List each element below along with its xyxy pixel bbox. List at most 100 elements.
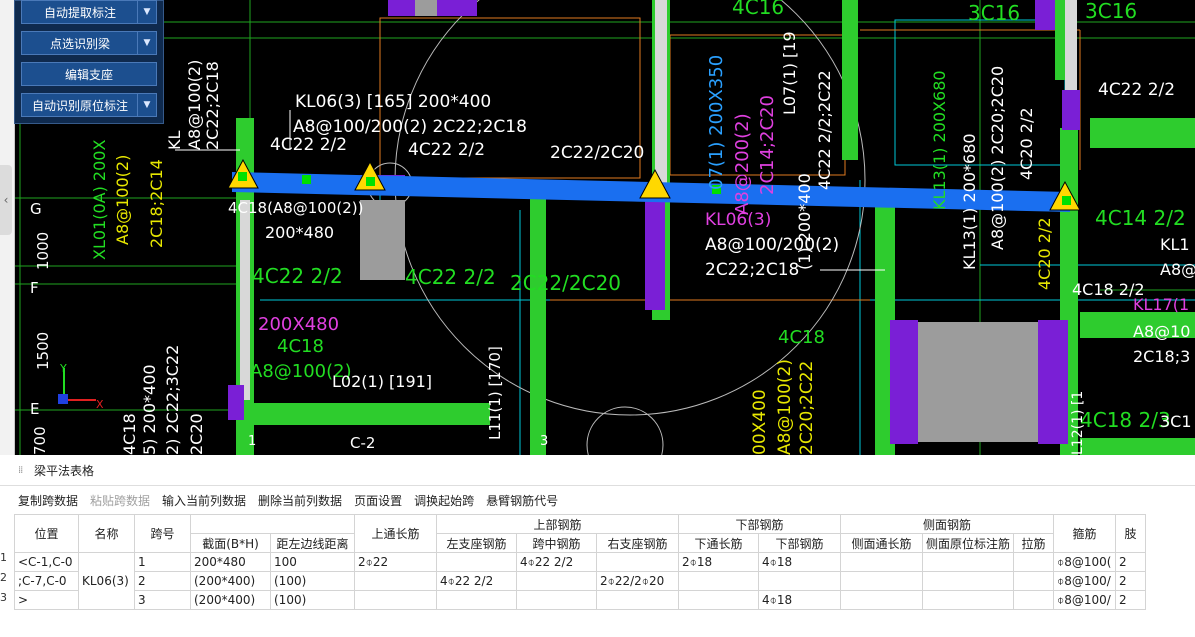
cad-label: A8@100(2) bbox=[185, 60, 204, 150]
cell-side-original[interactable] bbox=[921, 590, 1015, 610]
chevron-down-icon[interactable]: ▼ bbox=[137, 94, 156, 116]
table-row[interactable]: ;C-7,C-0 2 (200*400) (100) 4⌽22 2/2 2⌽22… bbox=[14, 571, 1147, 591]
cad-label: A8@100/200(2) 2C22;2C18 bbox=[293, 117, 527, 137]
col-header-span[interactable]: 跨号 bbox=[134, 514, 191, 553]
auto-recognize-button[interactable]: 自动识别原位标注 ▼ bbox=[21, 93, 157, 117]
cell-position[interactable]: <C-1,C-0 bbox=[14, 552, 79, 572]
cad-drawing[interactable]: Y X KL06(3) [165] 200*400 A8@100/200(2) … bbox=[0, 0, 1195, 455]
panel-title: 梁平法表格 bbox=[34, 463, 95, 478]
cell-mid-span[interactable] bbox=[516, 571, 597, 591]
chevron-down-icon[interactable]: ▼ bbox=[137, 1, 156, 23]
copy-span-button[interactable]: 复制跨数据 bbox=[18, 492, 78, 509]
cell-bottom-bars[interactable] bbox=[758, 571, 841, 591]
cell-tie[interactable] bbox=[1013, 552, 1055, 572]
col-header-side-original[interactable]: 侧面原位标注筋 bbox=[921, 533, 1015, 553]
col-header-edge-distance[interactable]: 距左边线距离 bbox=[270, 533, 355, 553]
col-header-top-through[interactable]: 上通长筋 bbox=[354, 514, 437, 553]
cell-left-support[interactable] bbox=[436, 552, 517, 572]
cad-drawing-canvas[interactable]: Y X KL06(3) [165] 200*400 A8@100/200(2) … bbox=[0, 0, 1195, 455]
cell-right-support[interactable] bbox=[596, 590, 679, 610]
cell-top-through[interactable] bbox=[354, 571, 437, 591]
auto-extract-button[interactable]: 自动提取标注 ▼ bbox=[21, 0, 157, 24]
col-header-name[interactable]: 名称 bbox=[78, 514, 135, 553]
cell-stirrup[interactable]: ⌽8@100( bbox=[1053, 552, 1117, 572]
cantilever-code-button[interactable]: 悬臂钢筋代号 bbox=[486, 492, 558, 509]
cell-section[interactable]: (200*400) bbox=[190, 571, 271, 591]
cad-label: KL bbox=[165, 131, 184, 150]
cad-label: 2C18;3 bbox=[1133, 347, 1190, 366]
cell-section[interactable]: 200*480 bbox=[190, 552, 271, 572]
col-header-right-support[interactable]: 右支座钢筋 bbox=[596, 533, 679, 553]
cell-legs[interactable]: 2 bbox=[1115, 590, 1147, 610]
cad-label: 1 bbox=[248, 434, 256, 449]
cell-stirrup[interactable]: ⌽8@100/ bbox=[1053, 571, 1117, 591]
input-column-button[interactable]: 输入当前列数据 bbox=[162, 492, 246, 509]
table-row[interactable]: <C-1,C-0 KL06(3) 1 200*480 100 2⌽22 4⌽22… bbox=[14, 552, 1147, 610]
cad-label: 5) 200*400 bbox=[140, 364, 159, 455]
recognition-button-panel: 自动提取标注 ▼ 点选识别梁 ▼ 编辑支座 自动识别原位标注 ▼ bbox=[14, 0, 164, 124]
cell-position[interactable]: ;C-7,C-0 bbox=[14, 571, 79, 591]
col-header-position[interactable]: 位置 bbox=[14, 514, 79, 553]
cell-mid-span[interactable] bbox=[516, 590, 597, 610]
cell-span[interactable]: 3 bbox=[134, 590, 191, 610]
cell-top-through[interactable] bbox=[354, 590, 437, 610]
cell-span[interactable]: 2 bbox=[134, 571, 191, 591]
cad-label: 2C20;2C22 bbox=[797, 361, 817, 455]
col-header-side-through[interactable]: 侧面通长筋 bbox=[840, 533, 923, 553]
cell-bottom-through[interactable] bbox=[678, 571, 759, 591]
cell-right-support[interactable]: 2⌽22/2⌽20 bbox=[596, 571, 679, 591]
drag-handle-icon[interactable]: ⁞⁞ bbox=[18, 465, 26, 476]
cell-bottom-bars[interactable]: 4⌽18 bbox=[758, 552, 841, 572]
edit-support-button[interactable]: 编辑支座 bbox=[21, 62, 157, 86]
col-header-mid-span[interactable]: 跨中钢筋 bbox=[516, 533, 597, 553]
col-header-stirrup[interactable]: 箍筋 bbox=[1053, 514, 1117, 553]
page-setup-button[interactable]: 页面设置 bbox=[354, 492, 402, 509]
cell-left-support[interactable] bbox=[436, 590, 517, 610]
cell-mid-span[interactable]: 4⌽22 2/2 bbox=[516, 552, 597, 572]
cell-legs[interactable]: 2 bbox=[1115, 552, 1147, 572]
cell-side-through[interactable] bbox=[840, 590, 923, 610]
cell-top-through[interactable]: 2⌽22 bbox=[354, 552, 437, 572]
cell-tie[interactable] bbox=[1013, 590, 1055, 610]
col-header-section[interactable]: 截面(B*H) bbox=[190, 533, 271, 553]
col-header-bottom-through[interactable]: 下通长筋 bbox=[678, 533, 759, 553]
cell-stirrup[interactable]: ⌽8@100/ bbox=[1053, 590, 1117, 610]
cell-side-original[interactable] bbox=[921, 552, 1015, 572]
cell-side-through[interactable] bbox=[840, 571, 923, 591]
col-header-top-group[interactable]: 上部钢筋 bbox=[436, 514, 679, 534]
cell-edge[interactable]: 100 bbox=[270, 552, 355, 572]
delete-column-button[interactable]: 删除当前列数据 bbox=[258, 492, 342, 509]
cell-bottom-through[interactable]: 2⌽18 bbox=[678, 552, 759, 572]
cad-label: 4C22 2/2 bbox=[1098, 80, 1175, 100]
cell-right-support[interactable] bbox=[596, 552, 679, 572]
point-select-button[interactable]: 点选识别梁 ▼ bbox=[21, 31, 157, 55]
col-header-left-support[interactable]: 左支座钢筋 bbox=[436, 533, 517, 553]
cell-position[interactable]: > bbox=[14, 590, 79, 610]
cell-span[interactable]: 1 bbox=[134, 552, 191, 572]
chevron-down-icon[interactable]: ▼ bbox=[137, 32, 156, 54]
col-header-legs[interactable]: 肢 bbox=[1115, 514, 1147, 553]
col-header-tie[interactable]: 拉筋 bbox=[1013, 533, 1055, 553]
cell-legs[interactable]: 2 bbox=[1115, 571, 1147, 591]
cell-edge[interactable]: (100) bbox=[270, 590, 355, 610]
cell-bottom-bars[interactable]: 4⌽18 bbox=[758, 590, 841, 610]
beam-data-table: 位置 名称 跨号 上通长筋 上部钢筋 下部钢筋 侧面钢筋 箍筋 肢 截面(B*H… bbox=[14, 514, 1147, 610]
col-header-elevation[interactable] bbox=[190, 514, 355, 534]
table-row[interactable]: > 3 (200*400) (100) 4⌽18 ⌽8@100/ 2 bbox=[14, 590, 1147, 610]
swap-start-span-button[interactable]: 调换起始跨 bbox=[414, 492, 474, 509]
cad-label: 07(1) 200X350 bbox=[706, 55, 727, 190]
cell-edge[interactable]: (100) bbox=[270, 571, 355, 591]
cell-name[interactable]: KL06(3) bbox=[78, 552, 135, 610]
cell-tie[interactable] bbox=[1013, 571, 1055, 591]
paste-span-button[interactable]: 粘贴跨数据 bbox=[90, 492, 150, 509]
cell-side-through[interactable] bbox=[840, 552, 923, 572]
col-header-bottom-bars[interactable]: 下部钢筋 bbox=[758, 533, 841, 553]
col-header-bottom-group[interactable]: 下部钢筋 bbox=[678, 514, 841, 534]
cell-bottom-through[interactable] bbox=[678, 590, 759, 610]
cell-section[interactable]: (200*400) bbox=[190, 590, 271, 610]
collapse-arrow-icon[interactable]: ‹ bbox=[0, 165, 12, 235]
edit-support-label: 编辑支座 bbox=[64, 68, 113, 82]
cell-side-original[interactable] bbox=[921, 571, 1015, 591]
cell-left-support[interactable]: 4⌽22 2/2 bbox=[436, 571, 517, 591]
col-header-side-group[interactable]: 侧面钢筋 bbox=[839, 514, 1055, 534]
